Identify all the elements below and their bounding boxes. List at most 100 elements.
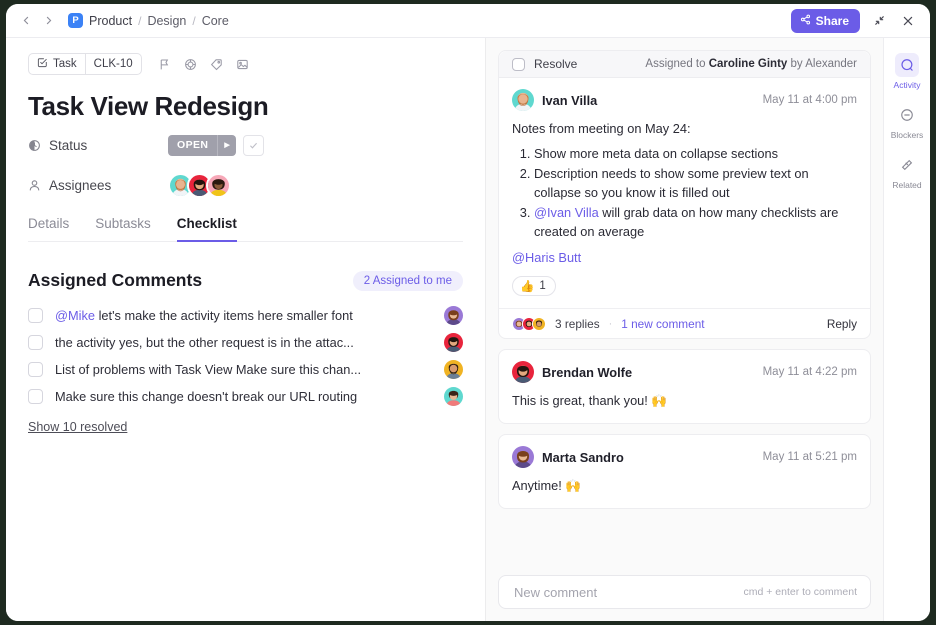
thumbs-up-icon: 👍	[520, 281, 535, 294]
list-item[interactable]: the activity yes, but the other request …	[28, 329, 463, 356]
replies-avatar-group[interactable]	[512, 316, 546, 331]
comment-card: Marta Sandro May 11 at 5:21 pm Anytime! …	[498, 434, 871, 509]
rail-item-blockers[interactable]: Blockers	[886, 98, 929, 144]
breadcrumb-item-product[interactable]: Product	[89, 14, 132, 28]
comment-composer[interactable]: cmd + enter to comment	[498, 575, 871, 609]
share-button-label: Share	[815, 13, 849, 28]
avatar[interactable]	[444, 387, 463, 406]
status-badge[interactable]: OPEN ▶	[168, 134, 237, 156]
status-value: OPEN	[177, 139, 209, 151]
avatar[interactable]	[444, 360, 463, 379]
breadcrumb-item-core[interactable]: Core	[202, 14, 229, 28]
checklist-checkbox[interactable]	[28, 389, 43, 404]
comment-author: Brendan Wolfe	[542, 364, 633, 380]
reply-button[interactable]: Reply	[827, 317, 857, 331]
mention[interactable]: @Haris Butt	[512, 250, 581, 265]
mention[interactable]: @Mike	[55, 308, 95, 323]
checklist-item-label: Make sure this change doesn't break our …	[55, 389, 358, 404]
separator-dot: ·	[608, 317, 613, 330]
tab-checklist[interactable]: Checklist	[176, 216, 237, 242]
share-button[interactable]: Share	[790, 8, 860, 33]
reaction-thumbs-up[interactable]: 👍 1	[512, 276, 556, 297]
collapse-icon[interactable]	[869, 11, 889, 31]
avatar[interactable]	[512, 89, 534, 111]
list-item[interactable]: @Mike let's make the activity items here…	[28, 302, 463, 329]
status-field: Status OPEN ▶	[28, 128, 463, 162]
comment-text: Notes from meeting on May 24:	[512, 121, 691, 136]
assignees-field-label: Assignees	[28, 178, 168, 193]
activity-icon	[895, 53, 919, 77]
checklist-checkbox[interactable]	[28, 308, 43, 323]
avatar[interactable]	[532, 316, 546, 331]
avatar[interactable]	[512, 446, 534, 469]
forward-button[interactable]	[38, 11, 58, 31]
task-type-badge[interactable]: Task CLK-10	[28, 53, 142, 75]
tag-icon[interactable]	[210, 58, 223, 71]
list-item[interactable]: Make sure this change doesn't break our …	[28, 383, 463, 410]
blocker-icon	[895, 103, 919, 127]
person-icon	[28, 179, 41, 192]
comment-feed: Resolve Assigned to Caroline Ginty by Al…	[498, 50, 871, 565]
rail-label: Related	[892, 180, 922, 190]
task-window: P Product / Design / Core Share Task CLK…	[6, 4, 930, 621]
list-item[interactable]: List of problems with Task View Make sur…	[28, 356, 463, 383]
assigned-prefix: Assigned to	[645, 58, 709, 70]
image-icon[interactable]	[236, 58, 249, 71]
tab-subtasks[interactable]: Subtasks	[95, 216, 151, 242]
task-tabs: Details Subtasks Checklist	[28, 216, 463, 242]
target-icon[interactable]	[184, 58, 197, 71]
checklist-item-text: List of problems with Task View Make sur…	[55, 362, 432, 377]
nav-arrows	[16, 11, 58, 31]
flag-icon[interactable]	[158, 58, 171, 71]
avatar[interactable]	[444, 306, 463, 325]
checklist-checkbox[interactable]	[28, 362, 43, 377]
mention[interactable]: @Ivan Villa	[534, 205, 599, 220]
rail-item-activity[interactable]: Activity	[886, 48, 929, 94]
task-id[interactable]: CLK-10	[84, 54, 141, 74]
top-bar-actions: Share	[790, 8, 918, 33]
new-comment-input[interactable]	[512, 583, 744, 601]
show-resolved-link[interactable]: Show 10 resolved	[28, 420, 127, 434]
clock-icon	[28, 139, 41, 152]
new-comment-link[interactable]: 1 new comment	[621, 317, 704, 331]
status-caret-icon[interactable]: ▶	[217, 134, 236, 156]
rail-label: Blockers	[890, 130, 924, 140]
workspace-logo-icon: P	[68, 13, 83, 28]
checklist-item-text: the activity yes, but the other request …	[55, 335, 432, 350]
assigned-name: Caroline Ginty	[708, 58, 788, 70]
replies-count[interactable]: 3 replies	[555, 317, 600, 331]
close-icon[interactable]	[898, 11, 918, 31]
assigned-suffix: by Alexander	[787, 58, 858, 70]
page-title: Task View Redesign	[28, 91, 269, 121]
avatar[interactable]	[444, 333, 463, 352]
back-button[interactable]	[16, 11, 36, 31]
comment-timestamp: May 11 at 4:00 pm	[762, 94, 857, 106]
comment-card: Brendan Wolfe May 11 at 4:22 pm This is …	[498, 349, 871, 425]
comment-timestamp: May 11 at 5:21 pm	[762, 451, 857, 464]
mark-complete-button[interactable]	[243, 134, 265, 156]
rail-item-related[interactable]: Related	[886, 148, 929, 194]
list-item: Description needs to show some preview t…	[534, 164, 857, 202]
comment-author: Ivan Villa	[542, 92, 598, 108]
checklist-item-text: Make sure this change doesn't break our …	[55, 389, 432, 404]
breadcrumb: P Product / Design / Core	[68, 13, 229, 28]
checklist-item-label: the activity yes, but the other request …	[55, 335, 354, 350]
section-title: Assigned Comments	[28, 270, 203, 290]
comment-timestamp: May 11 at 4:22 pm	[762, 366, 857, 379]
breadcrumb-item-design[interactable]: Design	[147, 14, 186, 28]
breadcrumb-separator: /	[138, 13, 142, 28]
comment-author-row: Brendan Wolfe May 11 at 4:22 pm	[512, 361, 857, 384]
resolve-label[interactable]: Resolve	[534, 57, 577, 71]
tab-details[interactable]: Details	[28, 216, 69, 242]
task-quick-icons	[158, 58, 249, 71]
window-body: Task CLK-10 Task View Redesign Status OP…	[6, 38, 930, 621]
list-item-text: Show more meta data on collapse sections	[534, 145, 778, 161]
checklist-checkbox[interactable]	[28, 335, 43, 350]
resolve-checkbox[interactable]	[512, 57, 525, 71]
checklist: @Mike let's make the activity items here…	[28, 302, 463, 410]
avatar[interactable]	[512, 361, 534, 384]
assignee-avatar-group[interactable]	[168, 172, 231, 198]
task-type-segment[interactable]: Task	[29, 54, 85, 74]
assigned-to-me-badge[interactable]: 2 Assigned to me	[352, 270, 463, 291]
avatar[interactable]	[206, 172, 231, 198]
